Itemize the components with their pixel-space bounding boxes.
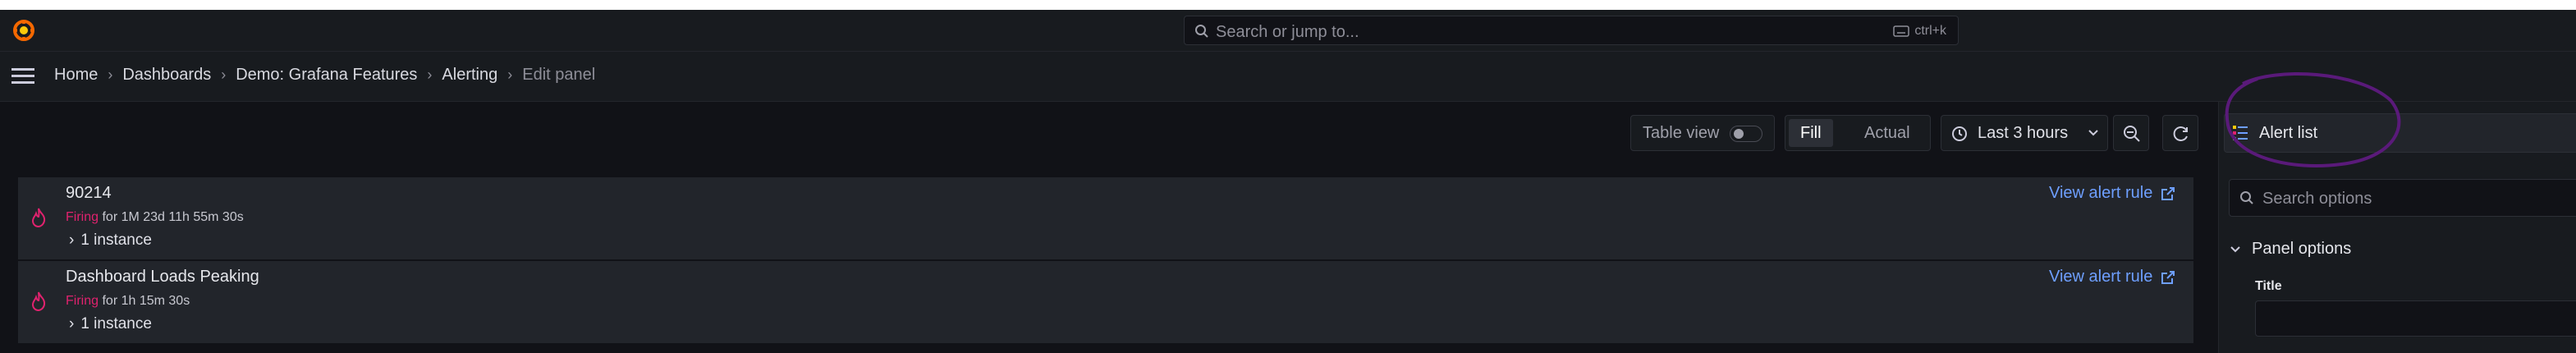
search-icon (1195, 25, 1208, 38)
visualization-name: Alert list (2259, 124, 2318, 142)
table-view-toggle-group: Table view (1630, 115, 1775, 151)
fill-option[interactable]: Fill (1789, 119, 1833, 147)
clock-icon (1952, 126, 1967, 141)
alert-duration: for 1M 23d 11h 55m 30s (102, 210, 244, 224)
alert-name: Dashboard Loads Peaking (66, 268, 259, 286)
instances-label: 1 instance (80, 232, 152, 249)
title-field-label: Title (2255, 279, 2282, 293)
alert-status: Firing for 1M 23d 11h 55m 30s (66, 210, 244, 225)
zoom-out-icon (2124, 126, 2140, 142)
breadcrumb-separator-icon: › (221, 66, 227, 83)
instances-toggle[interactable]: › 1 instance (69, 315, 152, 333)
keyboard-icon (1893, 25, 1910, 37)
alert-state: Firing (66, 210, 99, 224)
external-link-icon (2161, 186, 2175, 200)
alert-status: Firing for 1h 15m 30s (66, 294, 190, 309)
keyboard-shortcut: ctrl+k (1893, 24, 1946, 39)
breadcrumb-separator-icon: › (108, 66, 113, 83)
switch-knob (1734, 129, 1744, 139)
breadcrumb-home[interactable]: Home (54, 66, 98, 85)
breadcrumb-current: Edit panel (522, 66, 596, 84)
shortcut-label: ctrl+k (1914, 24, 1946, 38)
alert-list-panel: 90214 Firing for 1M 23d 11h 55m 30s › 1 … (18, 177, 2193, 353)
grafana-logo-icon[interactable] (11, 18, 36, 43)
nav-bar: Home › Dashboards › Demo: Grafana Featur… (0, 52, 2576, 102)
title-input[interactable] (2255, 300, 2576, 337)
fill-actual-segmented-control: Fill Actual (1785, 115, 1931, 151)
menu-icon[interactable] (11, 66, 34, 85)
breadcrumb-panel[interactable]: Alerting (442, 66, 497, 85)
zoom-out-button[interactable] (2113, 115, 2149, 151)
time-range-picker[interactable]: Last 3 hours (1941, 115, 2108, 151)
time-range-label: Last 3 hours (1978, 124, 2069, 142)
instances-toggle[interactable]: › 1 instance (69, 232, 152, 250)
breadcrumb-separator-icon: › (427, 66, 433, 83)
breadcrumb-dashboard[interactable]: Demo: Grafana Features (236, 66, 417, 85)
refresh-icon (2173, 126, 2188, 141)
global-search-input[interactable]: Search or jump to... ctrl+k (1184, 16, 1959, 45)
chevron-right-icon: › (69, 232, 75, 249)
section-title: Panel options (2252, 240, 2352, 258)
top-bar: Search or jump to... ctrl+k (0, 10, 2576, 52)
view-alert-rule-link[interactable]: View alert rule (2049, 268, 2175, 287)
alert-duration: for 1h 15m 30s (102, 294, 190, 308)
view-alert-rule-label: View alert rule (2049, 268, 2153, 286)
alert-item: Dashboard Loads Peaking Firing for 1h 15… (18, 261, 2193, 343)
options-search-input[interactable]: Search options (2229, 179, 2576, 217)
search-icon (2240, 191, 2253, 204)
table-view-label: Table view (1643, 124, 1720, 142)
refresh-button[interactable] (2162, 115, 2198, 151)
visualization-picker[interactable]: Alert list (2224, 113, 2576, 153)
chevron-right-icon: › (69, 315, 75, 332)
options-search-placeholder: Search options (2262, 190, 2372, 208)
fire-icon (31, 208, 46, 228)
alert-name: 90214 (66, 184, 112, 202)
top-strip (0, 0, 2576, 10)
breadcrumb: Home › Dashboards › Demo: Grafana Featur… (54, 66, 595, 85)
breadcrumb-separator-icon: › (507, 66, 513, 83)
alert-state: Firing (66, 294, 99, 308)
panel-options-section-header[interactable]: Panel options (2229, 240, 2351, 259)
alert-item: 90214 Firing for 1M 23d 11h 55m 30s › 1 … (18, 177, 2193, 259)
chevron-down-icon (2088, 130, 2098, 136)
view-alert-rule-link[interactable]: View alert rule (2049, 184, 2175, 203)
breadcrumb-dashboards[interactable]: Dashboards (122, 66, 211, 85)
view-alert-rule-label: View alert rule (2049, 184, 2153, 202)
search-placeholder: Search or jump to... (1216, 23, 1359, 41)
fire-icon (31, 291, 46, 312)
table-view-switch[interactable] (1730, 126, 1762, 142)
instances-label: 1 instance (80, 315, 152, 332)
chevron-down-icon (2230, 245, 2240, 252)
external-link-icon (2161, 270, 2175, 284)
options-pane: Alert list Search options Panel options … (2218, 102, 2576, 353)
alert-list-icon (2233, 126, 2248, 140)
actual-option[interactable]: Actual (1853, 119, 1922, 147)
